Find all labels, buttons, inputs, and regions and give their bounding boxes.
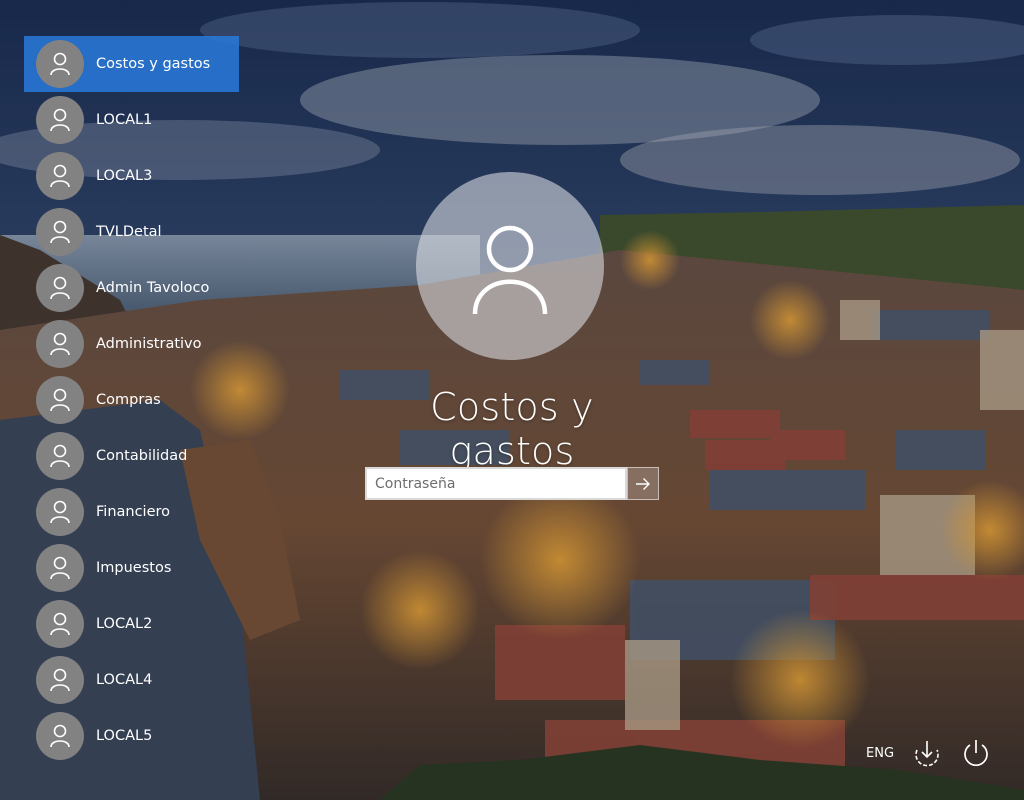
user-avatar-icon — [36, 208, 84, 256]
user-name: Costos y gastos — [96, 56, 211, 72]
submit-button[interactable] — [627, 467, 659, 500]
user-item-local1[interactable]: LOCAL1 — [24, 92, 239, 148]
user-item-admin-tavoloco[interactable]: Admin Tavoloco — [24, 260, 239, 316]
password-input[interactable] — [365, 467, 627, 500]
user-item-tvldetal[interactable]: TVLDetal — [24, 204, 239, 260]
arrow-right-icon — [636, 477, 650, 490]
user-name: Admin Tavoloco — [96, 280, 210, 296]
user-item-local3[interactable]: LOCAL3 — [24, 148, 239, 204]
user-name: LOCAL5 — [96, 728, 153, 744]
password-form — [365, 467, 659, 500]
user-list: Costos y gastos LOCAL1 LOCAL3 TVLDetal A… — [24, 36, 239, 764]
user-avatar-icon — [36, 712, 84, 760]
selected-user-avatar-icon — [416, 172, 604, 360]
user-name: TVLDetal — [96, 224, 162, 240]
power-button[interactable] — [960, 737, 992, 769]
user-name: LOCAL1 — [96, 112, 153, 128]
user-name: LOCAL3 — [96, 168, 153, 184]
language-indicator[interactable]: ENG — [866, 746, 894, 761]
user-name: Impuestos — [96, 560, 172, 576]
user-item-local5[interactable]: LOCAL5 — [24, 708, 239, 764]
user-item-impuestos[interactable]: Impuestos — [24, 540, 239, 596]
user-name: Financiero — [96, 504, 171, 520]
user-avatar-icon — [36, 656, 84, 704]
user-avatar-icon — [36, 600, 84, 648]
user-avatar-icon — [36, 40, 84, 88]
user-item-administrativo[interactable]: Administrativo — [24, 316, 239, 372]
user-name: Compras — [96, 392, 161, 408]
user-item-costos-y-gastos[interactable]: Costos y gastos — [24, 36, 239, 92]
selected-user-name: Costos y gastos — [430, 385, 594, 473]
user-avatar-icon — [36, 96, 84, 144]
user-avatar-icon — [36, 264, 84, 312]
user-item-contabilidad[interactable]: Contabilidad — [24, 428, 239, 484]
user-item-local2[interactable]: LOCAL2 — [24, 596, 239, 652]
user-avatar-icon — [36, 152, 84, 200]
user-name: Contabilidad — [96, 448, 188, 464]
user-avatar-icon — [36, 544, 84, 592]
ease-of-access-button[interactable] — [911, 738, 943, 770]
user-avatar-icon — [36, 432, 84, 480]
user-name: LOCAL2 — [96, 616, 153, 632]
user-avatar-icon — [36, 376, 84, 424]
user-item-local4[interactable]: LOCAL4 — [24, 652, 239, 708]
ease-of-access-icon — [915, 741, 939, 767]
user-name: Administrativo — [96, 336, 202, 352]
power-icon — [964, 740, 988, 766]
user-name: LOCAL4 — [96, 672, 153, 688]
user-avatar-icon — [36, 320, 84, 368]
user-avatar-icon — [36, 488, 84, 536]
user-item-financiero[interactable]: Financiero — [24, 484, 239, 540]
user-item-compras[interactable]: Compras — [24, 372, 239, 428]
